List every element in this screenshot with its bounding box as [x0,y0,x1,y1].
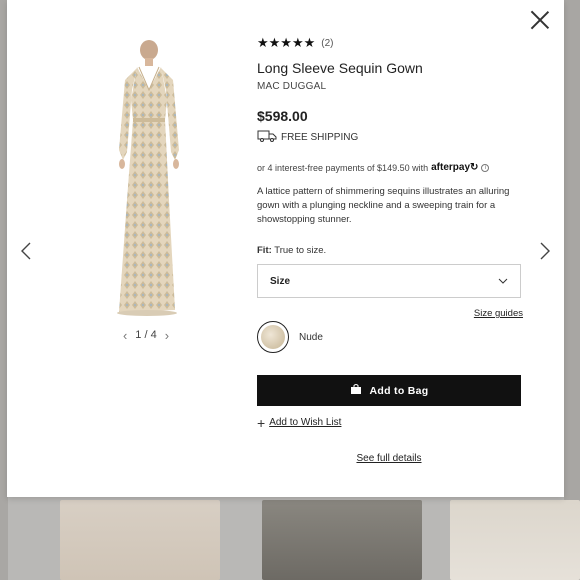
rating-stars: ★★★★★ [257,35,316,50]
chevron-down-icon [498,276,508,287]
add-to-bag-button[interactable]: Add to Bag [257,375,521,406]
product-details: ★★★★★ (2) Long Sleeve Sequin Gown MAC DU… [257,35,523,464]
quick-view-modal: ‹ 1 / 4 › ★★★★★ (2) Long Sleeve Sequin G… [7,0,564,497]
afterpay-logo: afterpay↻ [431,162,479,173]
wishlist-label: Add to Wish List [269,417,342,428]
product-title: Long Sleeve Sequin Gown [257,60,423,76]
close-icon[interactable] [530,10,550,30]
fit-value: True to size. [274,245,327,256]
add-to-wishlist-link[interactable]: + Add to Wish List [257,414,523,431]
afterpay-info: or 4 interest-free payments of $149.50 w… [257,162,523,173]
chevron-right-icon[interactable] [538,241,552,261]
plus-icon: + [257,414,266,431]
color-name: Nude [299,331,323,343]
pager-label: 1 / 4 [135,329,157,341]
product-brand: MAC DUGGAL [257,81,327,92]
truck-icon [257,130,277,145]
swatch-image [261,325,285,349]
backdrop-strip [564,0,580,580]
color-selector: Nude [257,321,523,353]
chevron-right-icon[interactable]: › [165,328,169,343]
shipping-label: FREE SHIPPING [281,132,359,143]
see-full-details-link[interactable]: See full details [257,453,521,464]
shipping-info: FREE SHIPPING [257,130,523,145]
product-price: $598.00 [257,108,308,124]
size-guides-link[interactable]: Size guides [257,308,523,319]
chevron-left-icon[interactable]: ‹ [123,328,127,343]
color-swatch-nude[interactable] [257,321,289,353]
afterpay-text: or 4 interest-free payments of $149.50 w… [257,162,429,173]
rating: ★★★★★ (2) [257,35,523,50]
product-image[interactable] [99,40,199,320]
image-pager: ‹ 1 / 4 › [116,327,176,343]
add-to-bag-label: Add to Bag [369,384,429,397]
fit-label: Fit: [257,245,272,256]
size-dropdown[interactable]: Size [257,264,521,298]
size-dropdown-label: Size [270,275,291,287]
chevron-left-icon[interactable] [19,241,33,261]
fit-info: Fit: True to size. [257,245,523,256]
background-product-card [262,500,422,580]
review-count-link[interactable]: (2) [321,38,333,49]
background-product-card [60,500,220,580]
bag-icon [350,383,362,398]
info-icon[interactable]: i [481,163,490,172]
background-product-card [450,500,580,580]
product-description: A lattice pattern of shimmering sequins … [257,186,510,225]
